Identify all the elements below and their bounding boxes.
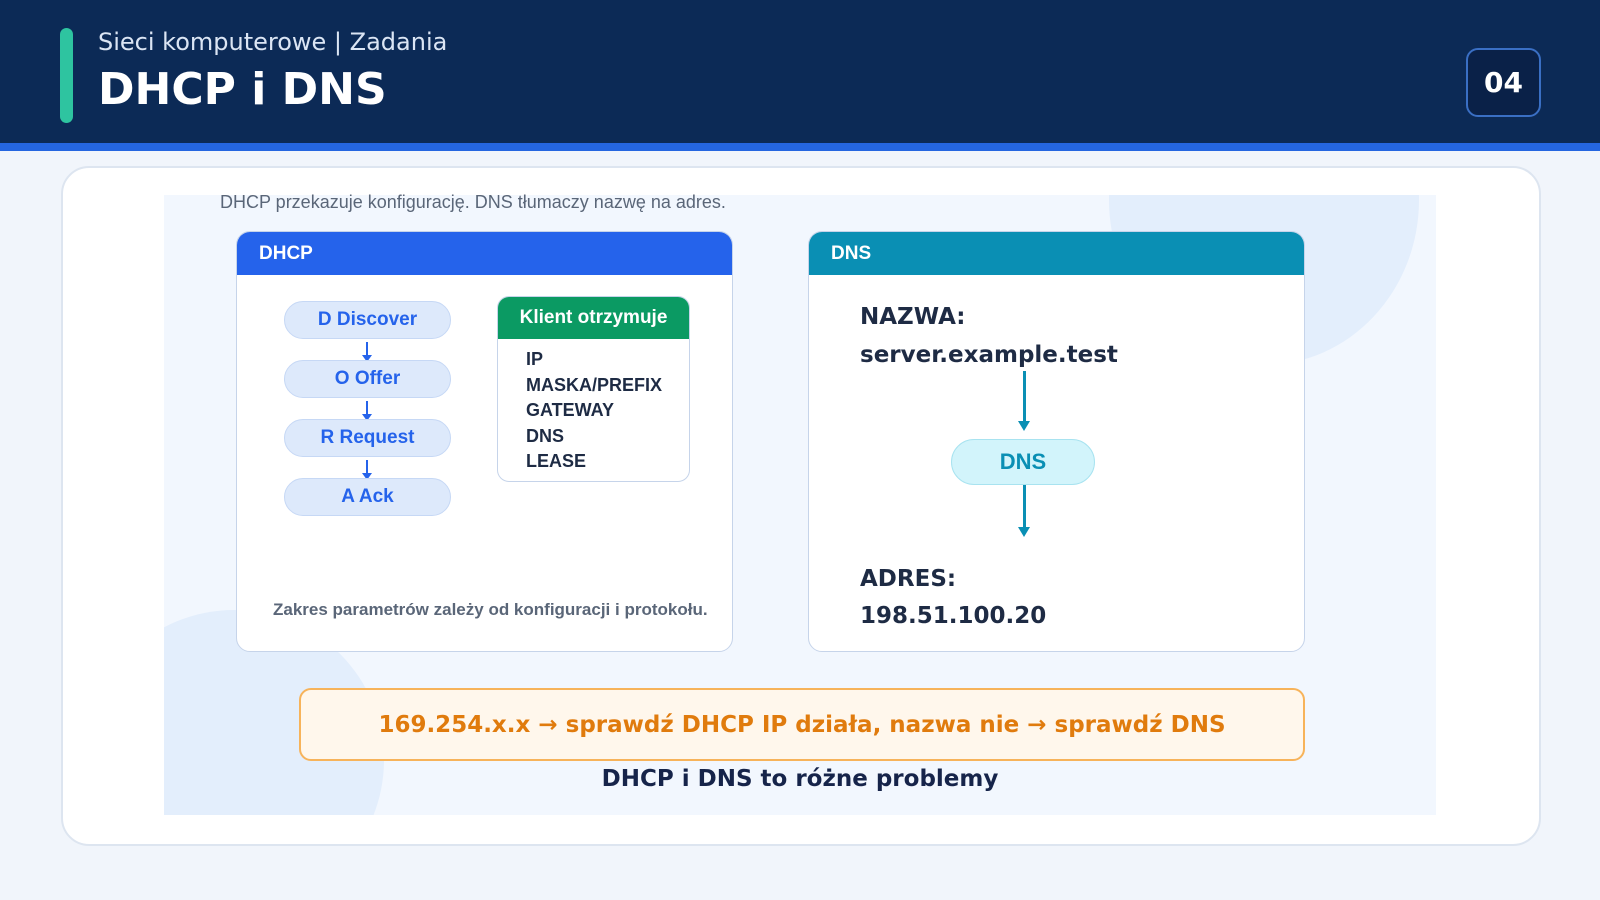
client-item: DNS [526, 425, 565, 446]
dhcp-box: DHCP D Discover O Offer R Request A Ack … [236, 231, 733, 652]
client-receives-box: Klient otrzymuje IP MASKA/PREFIX GATEWAY… [497, 296, 690, 482]
header-stripe [0, 143, 1600, 151]
page-number-badge: 04 [1466, 48, 1541, 117]
dhcp-note: Zakres parametrów zależy od konfiguracji… [273, 600, 708, 619]
dhcp-step-ack: A Ack [284, 478, 451, 516]
dns-address-label: ADRES: [860, 566, 957, 592]
client-item: MASKA/PREFIX [526, 374, 663, 395]
dns-box-title: DNS [809, 232, 1304, 275]
client-receives-list: IP MASKA/PREFIX GATEWAY DNS LEASE [498, 339, 689, 475]
dns-box: DNS NAZWA: server.example.test DNS ADRES… [808, 231, 1305, 652]
slide-title: DHCP i DNS [98, 64, 387, 115]
dhcp-step-request: R Request [284, 419, 451, 457]
dhcp-box-title: DHCP [237, 232, 732, 275]
slide-subtitle: Sieci komputerowe | Zadania [98, 28, 448, 56]
dns-address-value: 198.51.100.20 [860, 603, 1047, 629]
client-item: LEASE [526, 451, 587, 471]
arrow-down-icon [362, 342, 372, 362]
dns-name-label: NAZWA: [860, 304, 966, 330]
arrow-down-icon [362, 401, 372, 421]
dns-name-value: server.example.test [860, 342, 1118, 368]
intro-text: DHCP przekazuje konfigurację. DNS tłumac… [220, 192, 726, 212]
arrow-down-icon [1018, 485, 1030, 537]
dns-resolver-node: DNS [951, 439, 1095, 485]
client-item: IP [526, 349, 544, 369]
accent-bar [60, 28, 73, 123]
arrow-down-icon [362, 460, 372, 480]
client-receives-title: Klient otrzymuje [498, 297, 689, 339]
client-item: GATEWAY [526, 400, 615, 420]
arrow-down-icon [1018, 371, 1030, 431]
troubleshooting-hint: 169.254.x.x → sprawdź DHCP IP działa, na… [299, 688, 1305, 761]
dhcp-step-offer: O Offer [284, 360, 451, 398]
footer-conclusion: DHCP i DNS to różne problemy [601, 766, 999, 792]
dhcp-step-discover: D Discover [284, 301, 451, 339]
